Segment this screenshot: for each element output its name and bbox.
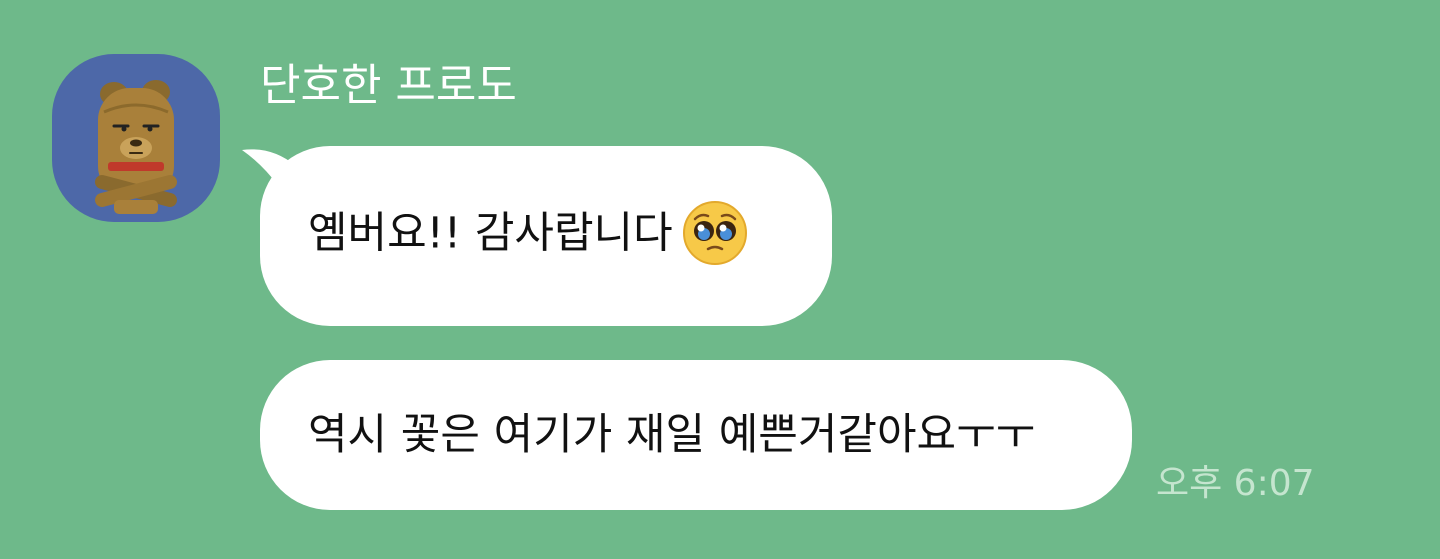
message-bubble[interactable]: 옘버요!! 감사랍니다 bbox=[242, 146, 832, 326]
pleading-face-icon bbox=[681, 199, 749, 267]
chat-pane: 단호한 프로도 옘버요!! 감사랍니다 역시 꽃은 여기가 재일 예쁜거같아요ㅜ… bbox=[0, 0, 1440, 559]
message-bubble[interactable]: 역시 꽃은 여기가 재일 예쁜거같아요ㅜㅜ bbox=[260, 360, 1132, 510]
message-text: 역시 꽃은 여기가 재일 예쁜거같아요ㅜㅜ bbox=[308, 410, 1036, 460]
profile-avatar[interactable] bbox=[52, 54, 220, 222]
sender-name: 단호한 프로도 bbox=[260, 60, 517, 111]
message-text: 옘버요!! 감사랍니다 bbox=[308, 199, 749, 270]
message-timestamp: 오후 6:07 bbox=[1156, 463, 1315, 504]
bubble-tail bbox=[242, 149, 296, 216]
frodo-character-icon bbox=[95, 80, 177, 214]
